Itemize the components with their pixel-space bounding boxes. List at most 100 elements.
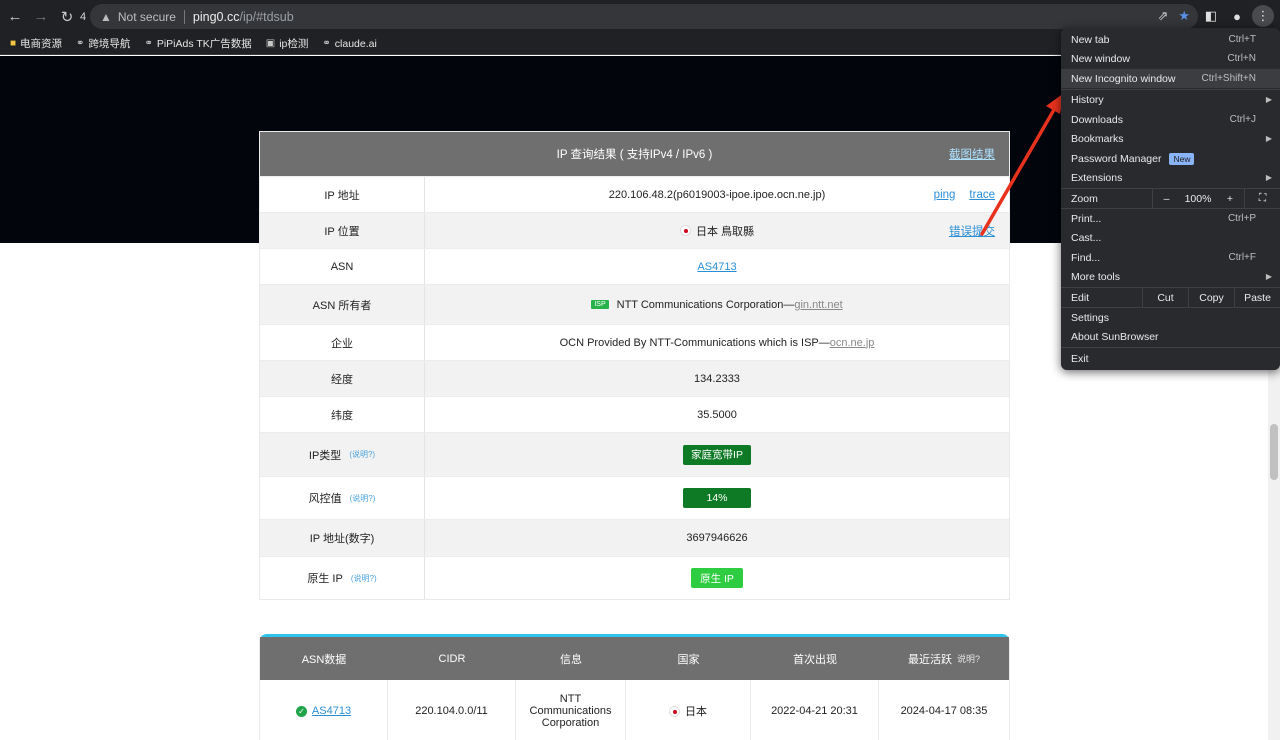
row-value: ISP NTT Communications Corporation— gin.…	[425, 285, 1009, 324]
menu-item-bookmarks[interactable]: Bookmarks ▶	[1061, 129, 1280, 148]
first-seen-cell: 2022-04-21 20:31	[751, 680, 879, 740]
row-label: IP 地址	[260, 177, 425, 212]
col-header: 最近活跃 说明?	[879, 651, 1009, 667]
table-row: ✓ AS4713 220.104.0.0/11 NTT Communication…	[260, 680, 1009, 740]
monitor-icon: ▣	[265, 38, 276, 49]
label-text: 原生 IP	[307, 573, 343, 585]
copy-button[interactable]: Copy	[1188, 288, 1234, 307]
menu-item-more-tools[interactable]: More tools ▶	[1061, 267, 1280, 286]
scroll-thumb[interactable]	[1270, 424, 1278, 480]
menu-item-cast[interactable]: Cast...	[1061, 228, 1280, 247]
forward-arrow-icon[interactable]: →	[30, 6, 52, 28]
bookmark-star-icon[interactable]: ★	[1178, 8, 1190, 24]
menu-item-edit: Edit Cut Copy Paste	[1061, 288, 1280, 307]
row-ip-type: IP类型 (说明?) 家庭宽带IP	[260, 432, 1009, 476]
menu-item-extensions[interactable]: Extensions ▶	[1061, 168, 1280, 187]
row-value: 14%	[425, 477, 1009, 519]
asn-table-header: ASN数据 CIDR 信息 国家 首次出现 最近活跃 说明?	[260, 637, 1009, 680]
asn-cell: ✓ AS4713	[260, 680, 388, 740]
last-active-cell: 2024-04-17 08:35	[900, 705, 988, 717]
row-value: OCN Provided By NTT-Communications which…	[425, 325, 1009, 360]
kebab-menu-icon[interactable]: ⋮	[1252, 5, 1274, 27]
explain-link[interactable]: (说明?)	[350, 493, 376, 504]
asn-table-link[interactable]: AS4713	[312, 705, 351, 717]
ping-link[interactable]: ping	[934, 189, 956, 201]
share-icon[interactable]: ⇗	[1157, 8, 1168, 24]
zoom-out-button[interactable]: –	[1152, 189, 1180, 208]
asn-data-table: ASN数据 CIDR 信息 国家 首次出现 最近活跃 说明? ✓ AS4713 22…	[259, 634, 1010, 740]
row-label: 企业	[260, 325, 425, 360]
bookmark-item[interactable]: ⚭ claude.ai	[322, 38, 376, 50]
col-header: 首次出现	[793, 653, 837, 666]
row-latitude: 纬度 35.5000	[260, 396, 1009, 432]
check-circle-icon: ✓	[295, 705, 307, 717]
row-value: 家庭宽带IP	[425, 433, 1009, 476]
profile-avatar-icon[interactable]: ●	[1226, 5, 1248, 27]
menu-item-about[interactable]: About SunBrowser	[1061, 327, 1280, 346]
row-native-ip: 原生 IP (说明?) 原生 IP	[260, 556, 1009, 599]
menu-item-new-incognito[interactable]: New Incognito window Ctrl+Shift+N	[1061, 69, 1280, 88]
fullscreen-icon[interactable]: ⛶	[1244, 189, 1280, 208]
ip-card-header: IP 查询结果 ( 支持IPv4 / IPv6 ) 截图结果	[260, 132, 1009, 176]
label-text: IP类型	[308, 449, 342, 462]
ip-result-card: IP 查询结果 ( 支持IPv4 / IPv6 ) 截图结果 IP 地址 220…	[259, 131, 1010, 600]
cut-button[interactable]: Cut	[1142, 288, 1188, 307]
row-value: 日本 鳥取縣 错误提交	[425, 213, 1009, 248]
menu-item-password-manager[interactable]: Password Manager New	[1061, 149, 1280, 168]
security-label[interactable]: Not secure	[118, 10, 176, 24]
explain-link[interactable]: 说明?	[957, 652, 980, 665]
menu-item-find[interactable]: Find... Ctrl+F	[1061, 248, 1280, 267]
bookmark-item[interactable]: ⚭ 跨境导航	[76, 36, 130, 51]
paste-button[interactable]: Paste	[1234, 288, 1280, 307]
menu-item-exit[interactable]: Exit	[1061, 349, 1280, 368]
row-ip-number: IP 地址(数字) 3697946626	[260, 519, 1009, 556]
address-bar[interactable]: ▲ Not secure ping0.cc/ip/#tdsub ⇗ ★	[90, 4, 1198, 29]
row-label: ASN	[260, 249, 425, 284]
side-panel-icon[interactable]: ◧	[1200, 5, 1222, 27]
reload-icon[interactable]: ↻	[56, 6, 78, 28]
ip-card-title: IP 查询结果 ( 支持IPv4 / IPv6 )	[556, 149, 713, 161]
col-header: CIDR	[438, 652, 466, 665]
error-report-link[interactable]: 错误提交	[949, 223, 995, 239]
browser-main-menu: New tab Ctrl+T New window Ctrl+N New Incog…	[1061, 28, 1280, 370]
row-asn-owner: ASN 所有者 ISP NTT Communications Corporati…	[260, 284, 1009, 324]
native-ip-badge: 原生 IP	[691, 568, 743, 588]
ip-address-value: 220.106.48.2(p6019003-ipoe.ipoe.ocn.ne.j…	[608, 188, 826, 201]
bookmark-item[interactable]: ⚭ PiPiAds TK广告数据	[144, 36, 251, 51]
row-label: 原生 IP (说明?)	[260, 557, 425, 599]
company-value: OCN Provided By NTT-Communications which…	[559, 336, 830, 349]
url-path[interactable]: /ip/#tdsub	[239, 10, 293, 24]
row-longitude: 经度 134.2333	[260, 360, 1009, 396]
longitude-value: 134.2333	[694, 372, 740, 385]
menu-item-downloads[interactable]: Downloads Ctrl+J	[1061, 110, 1280, 129]
screenshot-link[interactable]: 截图结果	[949, 146, 995, 162]
menu-item-settings[interactable]: Settings	[1061, 308, 1280, 327]
menu-item-history[interactable]: History ▶	[1061, 90, 1280, 109]
menu-item-new-window[interactable]: New window Ctrl+N	[1061, 49, 1280, 68]
row-label: IP 位置	[260, 213, 425, 248]
country-text: 日本	[685, 706, 707, 718]
asn-link[interactable]: AS4713	[697, 261, 736, 273]
folder-icon: ■	[10, 38, 17, 49]
row-label: IP类型 (说明?)	[260, 433, 425, 476]
bookmark-item[interactable]: ■ 电商资源	[10, 36, 62, 51]
col-header: 信息	[560, 653, 582, 666]
menu-divider	[1061, 347, 1280, 348]
explain-link[interactable]: (说明?)	[349, 449, 375, 460]
warning-triangle-icon[interactable]: ▲	[100, 10, 112, 24]
explain-link[interactable]: (说明?)	[351, 573, 377, 584]
zoom-in-button[interactable]: +	[1216, 193, 1244, 205]
submenu-arrow-icon: ▶	[1265, 134, 1272, 143]
row-ip-address: IP 地址 220.106.48.2(p6019003-ipoe.ipoe.oc…	[260, 176, 1009, 212]
menu-item-print[interactable]: Print... Ctrl+P	[1061, 209, 1280, 228]
back-arrow-icon[interactable]: ←	[4, 6, 26, 28]
menu-item-new-tab[interactable]: New tab Ctrl+T	[1061, 30, 1280, 49]
url-host[interactable]: ping0.cc	[193, 10, 240, 24]
col-header-text: 最近活跃	[907, 653, 952, 666]
bookmark-item[interactable]: ▣ ip检测	[266, 36, 309, 51]
company-domain-link[interactable]: ocn.ne.jp	[830, 337, 875, 349]
row-company: 企业 OCN Provided By NTT-Communications wh…	[260, 324, 1009, 360]
asn-owner-domain-link[interactable]: gin.ntt.net	[794, 299, 842, 311]
trace-link[interactable]: trace	[969, 189, 995, 201]
menu-item-zoom: Zoom – 100% + ⛶	[1061, 189, 1280, 208]
